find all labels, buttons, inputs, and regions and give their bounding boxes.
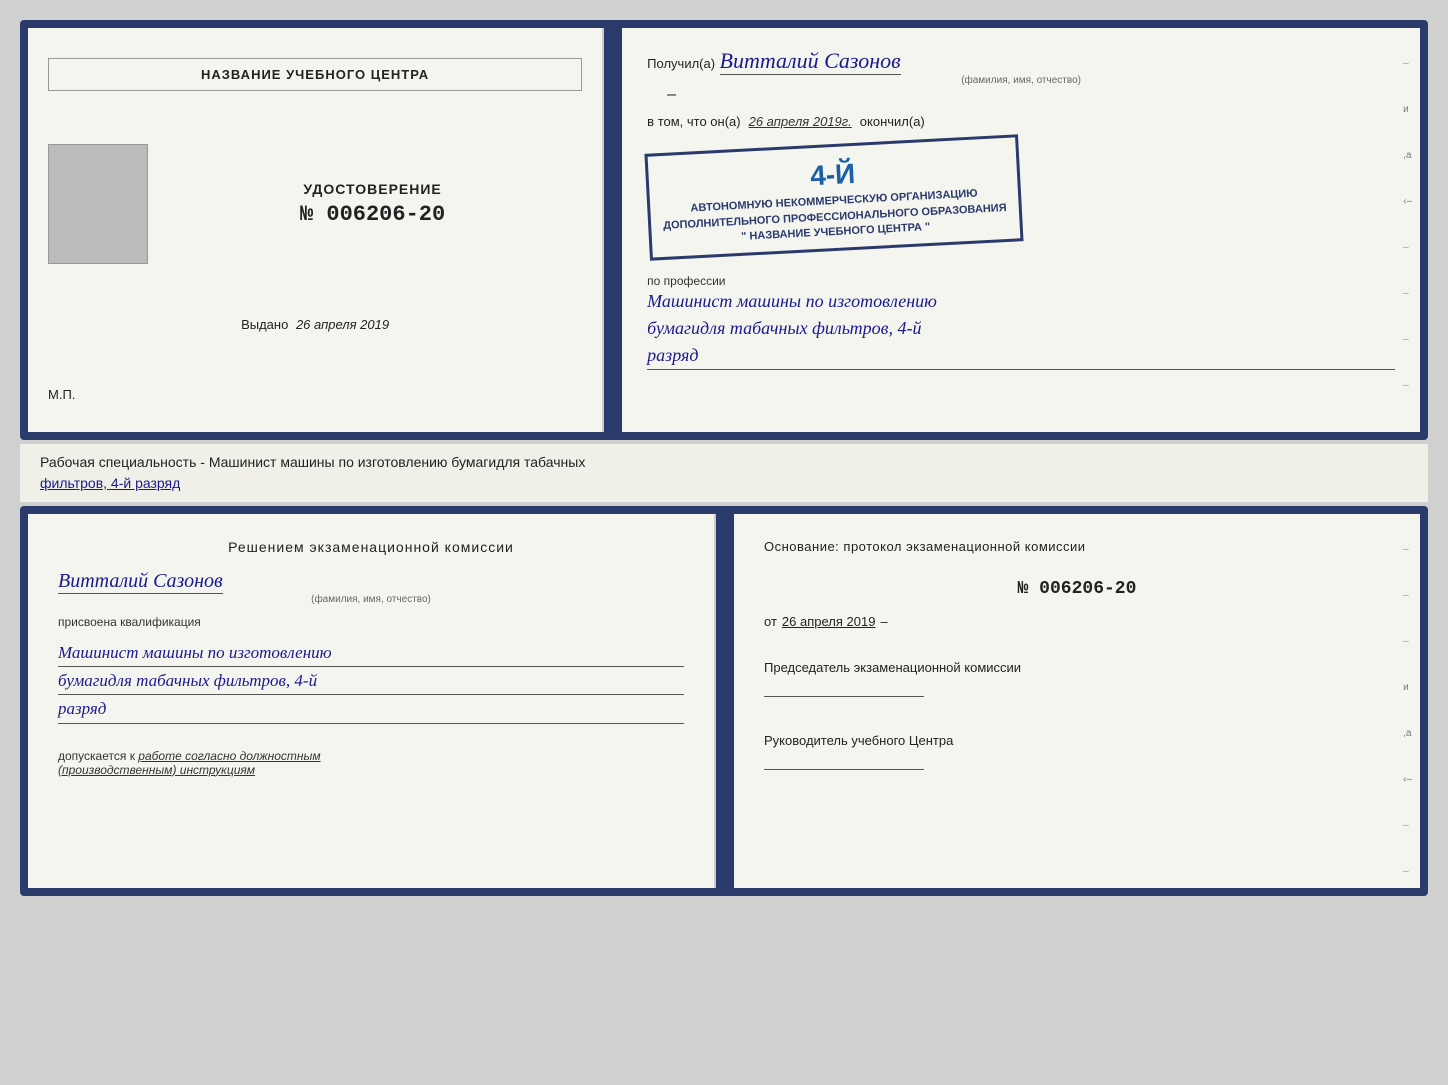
profession-label: по профессии xyxy=(647,274,1395,288)
received-label: Получил(а) xyxy=(647,56,715,71)
bottom-fio-label: (фамилия, имя, отчество) xyxy=(58,594,684,605)
top-certificate: НАЗВАНИЕ УЧЕБНОГО ЦЕНТРА УДОСТОВЕРЕНИЕ №… xyxy=(20,20,1428,440)
basis-title: Основание: протокол экзаменационной коми… xyxy=(764,539,1390,554)
recipient-block: Получил(а) Витталий Сазонов (фамилия, им… xyxy=(647,48,1395,104)
cert-title-label: УДОСТОВЕРЕНИЕ xyxy=(163,181,582,197)
deco-dash-1: – xyxy=(1403,58,1412,69)
from-date-block: от 26 апреля 2019 – xyxy=(764,614,1390,629)
stamp-box: 4-й АВТОНОМНУЮ НЕКОММЕРЧЕСКУЮ ОРГАНИЗАЦИ… xyxy=(647,144,1395,251)
right-edge-decorations: – и ,а ‹– – – – – xyxy=(1403,58,1412,391)
photo-placeholder xyxy=(48,144,148,264)
mp-label: М.П. xyxy=(48,387,75,402)
top-cert-right-panel: Получил(а) Витталий Сазонов (фамилия, им… xyxy=(622,28,1420,432)
issued-block: Выдано 26 апреля 2019 xyxy=(241,316,389,334)
recipient-subtext: (фамилия, имя, отчество) xyxy=(647,75,1395,86)
allowed-work-text: работе согласно должностным xyxy=(138,749,320,763)
specialty-prefix: Рабочая специальность - Машинист машины … xyxy=(40,454,585,470)
bottom-cert-right-panel: Основание: протокол экзаменационной коми… xyxy=(734,514,1420,888)
in-that-label: в том, что он(а) xyxy=(647,114,740,129)
middle-section: Рабочая специальность - Машинист машины … xyxy=(20,444,1428,502)
chairman-block: Председатель экзаменационной комиссии xyxy=(764,644,1390,697)
bottom-cert-left-panel: Решением экзаменационной комиссии Виттал… xyxy=(28,514,716,888)
bottom-person-name: Витталий Сазонов xyxy=(58,570,223,594)
b-deco-lt: ‹– xyxy=(1403,774,1412,785)
cert-info-block: УДОСТОВЕРЕНИЕ № 006206-20 xyxy=(163,181,582,227)
qual-assigned-label: присвоена квалификация xyxy=(58,615,684,629)
completion-date: 26 апреля 2019г. xyxy=(749,114,852,129)
book-spine xyxy=(604,28,622,432)
b-deco-dash-4: – xyxy=(1403,820,1412,831)
completed-block: в том, что он(а) 26 апреля 2019г. окончи… xyxy=(647,114,1395,129)
deco-dash-4: – xyxy=(1403,334,1412,345)
stamp: 4-й АВТОНОМНУЮ НЕКОММЕРЧЕСКУЮ ОРГАНИЗАЦИ… xyxy=(645,134,1024,261)
cert-middle-section: УДОСТОВЕРЕНИЕ № 006206-20 xyxy=(48,144,582,264)
qual-line3: разряд xyxy=(58,695,684,723)
deco-letter-a: ,а xyxy=(1403,150,1412,161)
recipient-name: Витталий Сазонов xyxy=(720,48,901,75)
deco-letter-i: и xyxy=(1403,104,1412,115)
specialty-underline-text: фильтров, 4-й разряд xyxy=(40,475,180,491)
deco-dash-3: – xyxy=(1403,288,1412,299)
bottom-right-edge-decorations: – – – и ,а ‹– – – – – xyxy=(1403,544,1412,896)
from-label: от xyxy=(764,614,777,629)
top-cert-left-panel: НАЗВАНИЕ УЧЕБНОГО ЦЕНТРА УДОСТОВЕРЕНИЕ №… xyxy=(28,28,604,432)
b-deco-dash-5: – xyxy=(1403,866,1412,877)
chairman-signature-line xyxy=(764,677,924,697)
deco-dash-5: – xyxy=(1403,380,1412,391)
cert-number: № 006206-20 xyxy=(163,202,582,227)
training-center-name-top: НАЗВАНИЕ УЧЕБНОГО ЦЕНТРА xyxy=(48,58,582,91)
director-label: Руководитель учебного Центра xyxy=(764,732,1390,750)
from-date-dash: – xyxy=(880,614,887,629)
b-deco-a: ,а xyxy=(1403,728,1412,739)
allowed-instructions-text: (производственным) инструкциям xyxy=(58,763,255,777)
chairman-label: Председатель экзаменационной комиссии xyxy=(764,659,1390,677)
deco-dash-2: – xyxy=(1403,242,1412,253)
qual-name-block: Машинист машины по изготовлению бумагидл… xyxy=(58,639,684,724)
from-date-value: 26 апреля 2019 xyxy=(782,614,876,629)
issued-label: Выдано 26 апреля 2019 xyxy=(241,317,389,332)
page: НАЗВАНИЕ УЧЕБНОГО ЦЕНТРА УДОСТОВЕРЕНИЕ №… xyxy=(0,0,1448,1085)
protocol-number: № 006206-20 xyxy=(764,579,1390,599)
b-deco-i: и xyxy=(1403,682,1412,693)
director-block: Руководитель учебного Центра xyxy=(764,712,1390,770)
deco-lt: ‹– xyxy=(1403,196,1412,207)
completed-label: окончил(а) xyxy=(860,114,925,129)
allowed-block: допускается к работе согласно должностны… xyxy=(58,749,684,777)
director-signature-line xyxy=(764,750,924,770)
b-deco-dash-2: – xyxy=(1403,590,1412,601)
profession-block: по профессии Машинист машины по изготовл… xyxy=(647,266,1395,370)
bottom-person-block: Витталий Сазонов (фамилия, имя, отчество… xyxy=(58,565,684,605)
bottom-book-spine xyxy=(716,514,734,888)
qual-line1: Машинист машины по изготовлению xyxy=(58,639,684,667)
profession-name: Машинист машины по изготовлению бумагидл… xyxy=(647,288,1395,370)
decision-title: Решением экзаменационной комиссии xyxy=(58,539,684,555)
b-deco-dash-1: – xyxy=(1403,544,1412,555)
qual-line2: бумагидля табачных фильтров, 4-й xyxy=(58,667,684,695)
b-deco-dash-3: – xyxy=(1403,636,1412,647)
bottom-certificate: Решением экзаменационной комиссии Виттал… xyxy=(20,506,1428,896)
